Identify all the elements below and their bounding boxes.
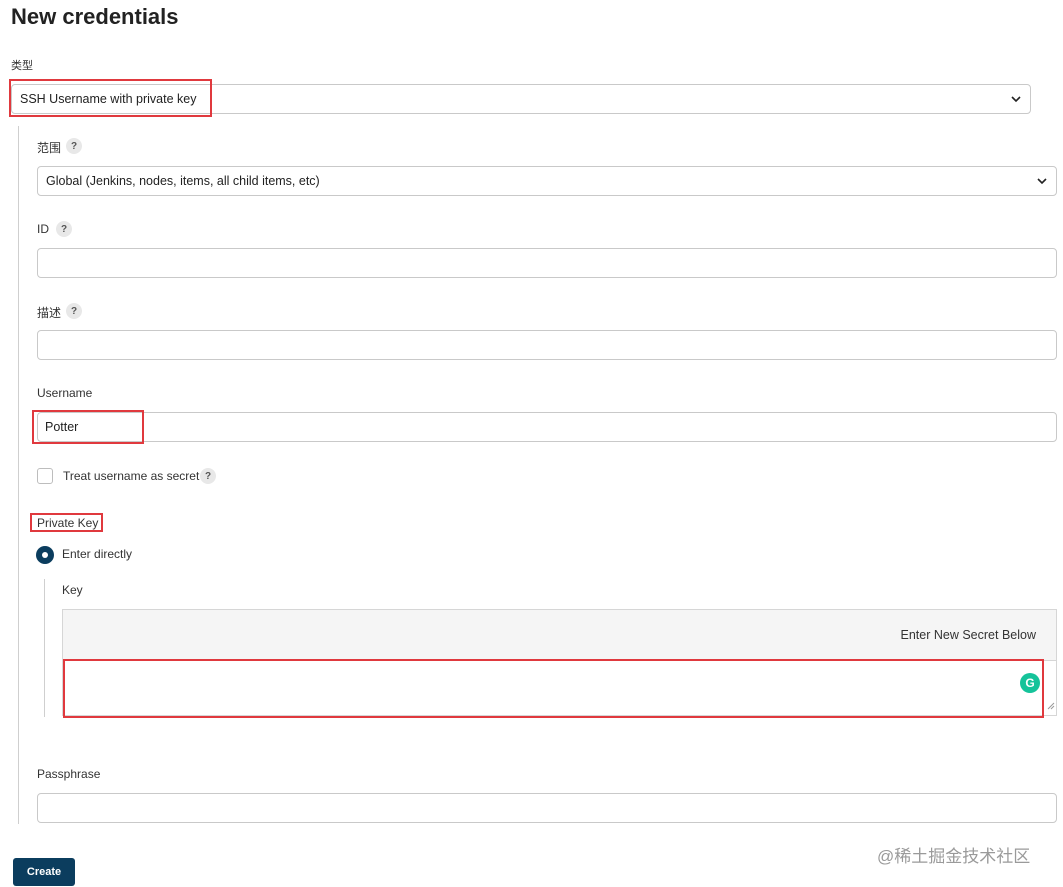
private-key-textarea[interactable]: [62, 660, 1057, 716]
secret-header: Enter New Secret Below: [62, 609, 1057, 661]
key-section-divider: [44, 579, 45, 717]
resize-handle-icon[interactable]: [1047, 702, 1055, 710]
private-key-label: Private Key: [37, 516, 99, 530]
enter-directly-label[interactable]: Enter directly: [62, 547, 132, 561]
key-label: Key: [62, 583, 83, 597]
section-divider: [18, 126, 19, 824]
scope-select[interactable]: Global (Jenkins, nodes, items, all child…: [37, 166, 1057, 196]
enter-directly-radio[interactable]: [36, 546, 54, 564]
help-icon-id[interactable]: ?: [56, 221, 72, 237]
kind-select-value: SSH Username with private key: [20, 92, 197, 106]
treat-secret-label[interactable]: Treat username as secret: [63, 469, 199, 483]
secret-header-text: Enter New Secret Below: [900, 628, 1036, 642]
scope-label: 范围: [37, 141, 62, 155]
help-icon-description[interactable]: ?: [66, 303, 82, 319]
create-button[interactable]: Create: [13, 858, 75, 886]
help-icon-treat-secret[interactable]: ?: [200, 468, 216, 484]
kind-select[interactable]: SSH Username with private key: [11, 84, 1031, 114]
kind-label: 类型: [11, 60, 33, 72]
help-icon-scope[interactable]: ?: [66, 138, 82, 154]
chevron-down-icon: [1011, 96, 1021, 103]
page-title: New credentials: [11, 4, 179, 29]
passphrase-label: Passphrase: [37, 767, 101, 781]
chevron-down-icon: [1037, 178, 1047, 185]
username-input[interactable]: Potter: [37, 412, 1057, 442]
id-label: ID: [37, 222, 49, 236]
treat-secret-checkbox[interactable]: [37, 468, 53, 484]
description-label: 描述: [37, 306, 62, 320]
passphrase-input[interactable]: [37, 793, 1057, 823]
scope-select-value: Global (Jenkins, nodes, items, all child…: [46, 174, 320, 188]
grammarly-icon[interactable]: G: [1020, 673, 1040, 693]
username-label: Username: [37, 386, 93, 400]
watermark: @稀土掘金技术社区: [877, 847, 1031, 866]
description-input[interactable]: [37, 330, 1057, 360]
id-input[interactable]: [37, 248, 1057, 278]
